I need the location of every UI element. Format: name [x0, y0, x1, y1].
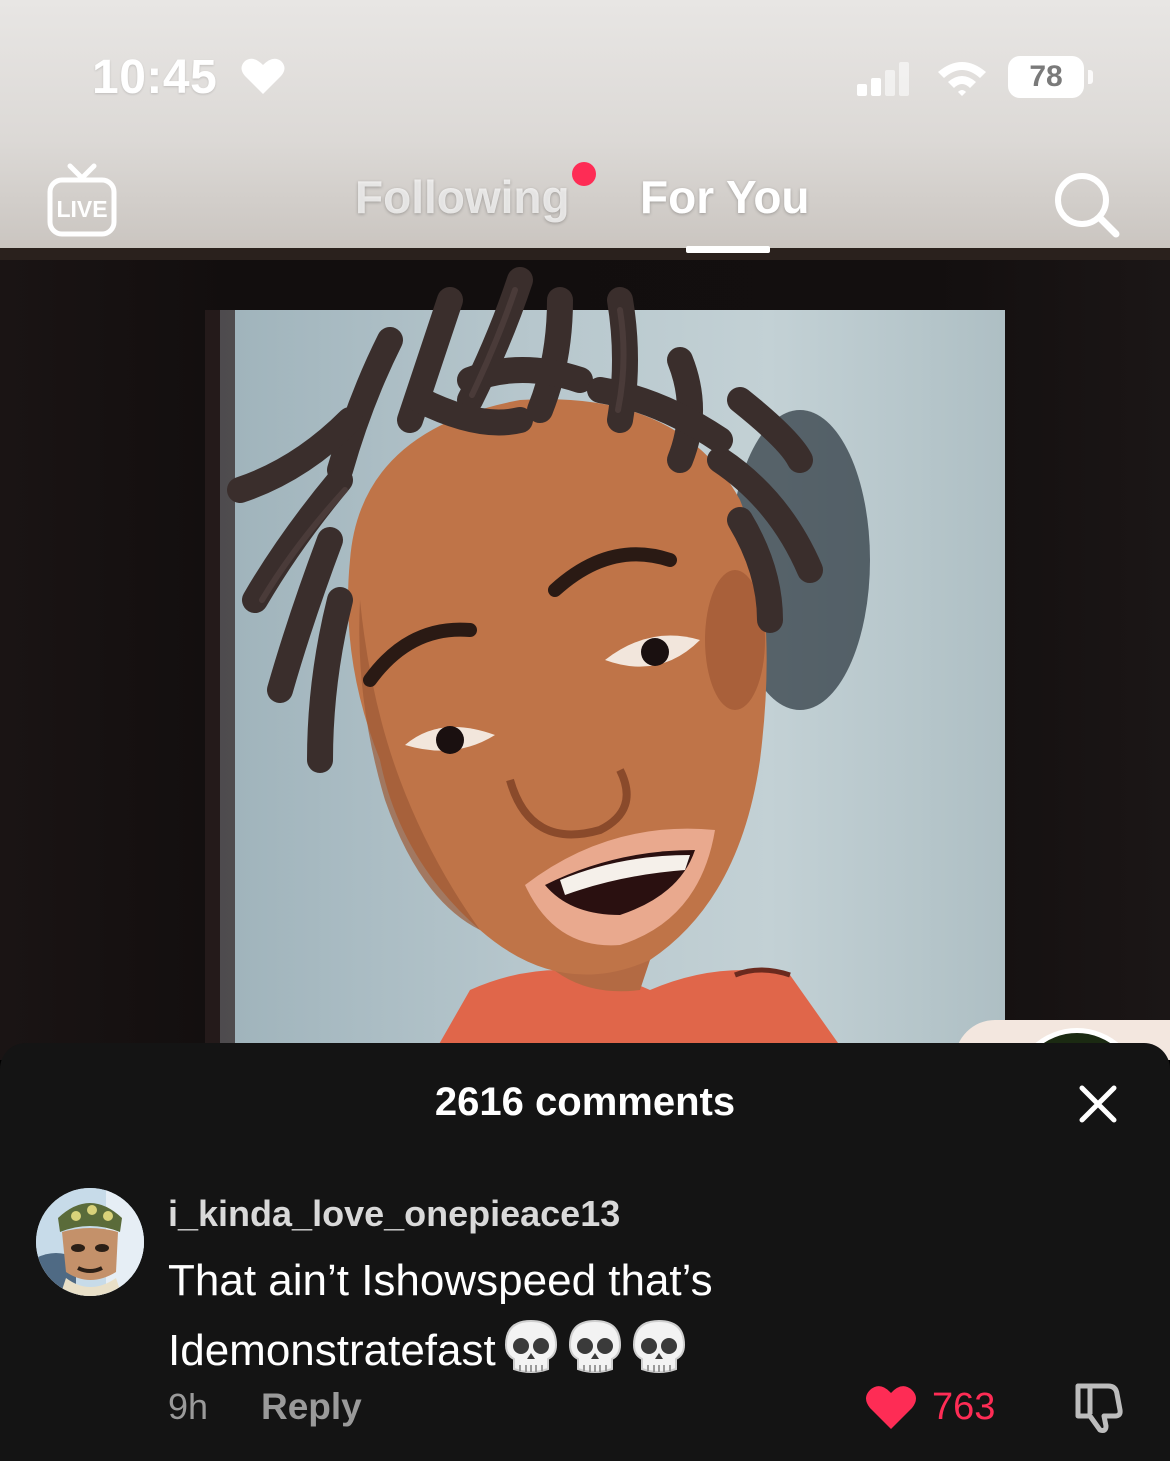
- like-heart-icon[interactable]: [864, 1382, 918, 1432]
- tab-following[interactable]: Following: [355, 170, 570, 224]
- comment-timestamp: 9h: [168, 1386, 209, 1427]
- status-bar: 10:45 78: [0, 0, 1170, 150]
- heart-icon: [241, 58, 285, 94]
- clay-figure-image: [227, 267, 870, 1060]
- active-tab-indicator: [686, 246, 770, 253]
- live-tv-icon[interactable]: LIVE: [46, 162, 118, 238]
- like-count: 763: [932, 1386, 996, 1428]
- battery-tip: [1088, 70, 1093, 84]
- notification-dot: [572, 162, 596, 186]
- commenter-avatar[interactable]: [36, 1188, 144, 1296]
- comments-count-title: 2616 comments: [434, 1080, 736, 1124]
- status-time: 10:45: [92, 51, 218, 104]
- battery-icon: 78: [1008, 56, 1084, 98]
- live-label: LIVE: [56, 196, 107, 222]
- close-icon[interactable]: [1074, 1080, 1122, 1128]
- skull-emoji: [568, 1319, 621, 1373]
- dislike-icon[interactable]: [1072, 1380, 1124, 1434]
- comment-text: That ain’t Ishowspeed that’s Idemonstrat…: [168, 1246, 908, 1386]
- comment-username[interactable]: i_kinda_love_onepieace13: [168, 1193, 620, 1235]
- skull-emoji: [504, 1319, 557, 1373]
- commenter-avatar-image: [36, 1188, 144, 1296]
- search-icon[interactable]: [1050, 168, 1122, 240]
- tab-for-you[interactable]: For You: [640, 170, 810, 224]
- video-player[interactable]: [0, 0, 1170, 1060]
- reply-button[interactable]: Reply: [261, 1386, 362, 1428]
- skull-emoji: [632, 1319, 685, 1373]
- wifi-icon: [938, 62, 986, 96]
- signal-icon: [857, 62, 909, 96]
